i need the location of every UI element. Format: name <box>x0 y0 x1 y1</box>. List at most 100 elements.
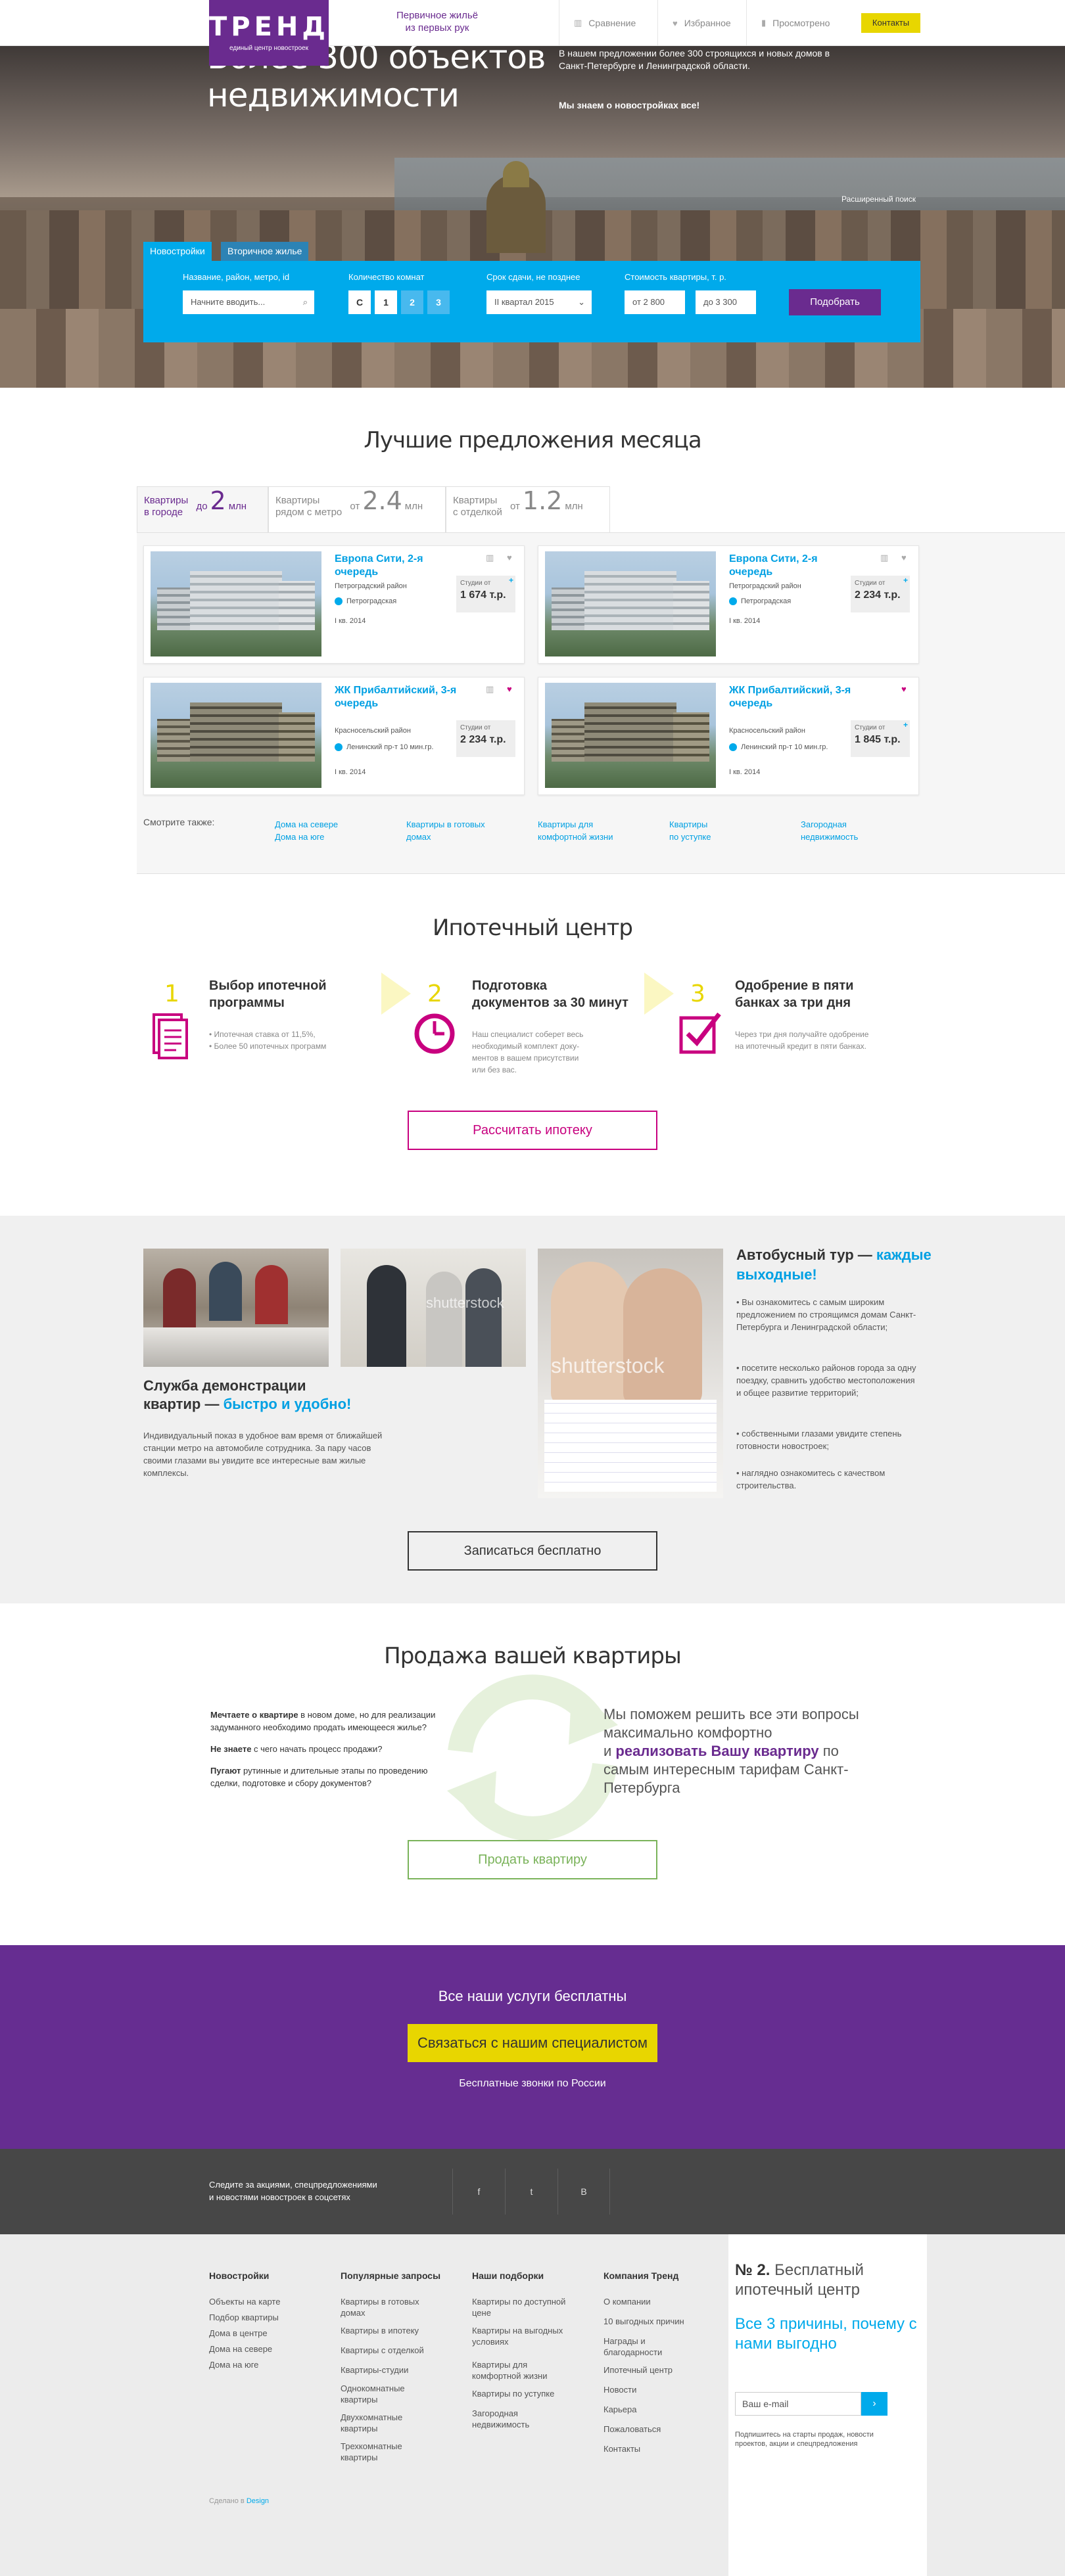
price-value: 1 674 т.р. <box>460 589 506 601</box>
offer-tab-metro-l2: рядом с метро <box>275 507 343 518</box>
contact-specialist-button[interactable]: Связаться с нашим специалистом <box>408 2024 657 2062</box>
step-desc-l3: ментов в вашем присутствии <box>472 1053 579 1063</box>
price-value: 1 845 т.р. <box>855 734 901 745</box>
arrow-divider <box>644 973 674 1015</box>
plus-icon[interactable]: + <box>903 576 908 585</box>
footer-link[interactable]: Однокомнатные квартиры <box>341 2383 419 2405</box>
see-also-link[interactable]: Квартиры по уступке <box>669 818 711 843</box>
offer-card[interactable]: ЖК Прибалтийский, 3-я очередь ▥ ♥ Краснос… <box>143 677 525 795</box>
favorite-icon[interactable]: ♥ <box>901 684 907 694</box>
offer-tab-city[interactable]: Квартиры в городе до 2 млн <box>137 486 268 532</box>
signup-free-button[interactable]: Записаться бесплатно <box>408 1531 657 1571</box>
footer-link[interactable]: Квартиры на выгодных условиях <box>472 2325 577 2347</box>
subscribe-box-reasons-link[interactable]: Все 3 причины, почему с нами выгодно <box>735 2314 919 2354</box>
offer-card-title[interactable]: Европа Сити, 2-я очередь <box>729 553 861 579</box>
see-also-link[interactable]: Загородная недвижимость <box>801 818 858 843</box>
rooms-3-button[interactable]: 3 <box>427 290 450 314</box>
facebook-icon[interactable]: f <box>452 2169 505 2215</box>
footer-link[interactable]: Пожаловаться <box>604 2424 661 2435</box>
nav-viewed[interactable]: ▮ Просмотрено <box>746 0 851 46</box>
footer-link[interactable]: О компании <box>604 2296 651 2307</box>
email-input[interactable]: Ваш e-mail <box>735 2392 861 2416</box>
compare-icon[interactable]: ▥ <box>486 684 494 695</box>
favorite-icon[interactable]: ♥ <box>507 553 512 563</box>
tab-new-buildings[interactable]: Новостройки <box>143 242 212 261</box>
rooms-label: Количество комнат <box>348 272 425 282</box>
date-select[interactable]: II квартал 2015 ⌄ <box>486 290 592 314</box>
footer-link[interactable]: 10 выгодных причин <box>604 2316 684 2327</box>
favorite-icon[interactable]: ♥ <box>901 553 907 563</box>
plus-icon[interactable]: + <box>903 720 908 729</box>
compare-icon[interactable]: ▥ <box>486 553 494 563</box>
footer-link[interactable]: Контакты <box>604 2443 640 2454</box>
rooms-2-button[interactable]: 2 <box>401 290 423 314</box>
calculate-mortgage-button[interactable]: Рассчитать ипотеку <box>408 1111 657 1150</box>
see-link-l2: комфортной жизни <box>538 832 613 842</box>
footer-link[interactable]: Ипотечный центр <box>604 2364 673 2376</box>
nav-favorites[interactable]: ♥ Избранное <box>657 0 746 46</box>
see-also-link[interactable]: Дома на севере Дома на юге <box>275 818 338 843</box>
footer-link[interactable]: Награды и благодарности <box>604 2335 676 2358</box>
footer-link[interactable]: Дома на севере <box>209 2343 272 2355</box>
compare-icon[interactable]: ▥ <box>880 553 888 563</box>
offer-tab-finish[interactable]: Квартиры с отделкой от 1.2 млн <box>446 486 610 532</box>
made-in-link[interactable]: Design <box>247 2497 269 2505</box>
offer-card[interactable]: Европа Сити, 2-я очередь ▥ ♥ Петроградски… <box>538 545 919 664</box>
footer-link[interactable]: Квартиры по уступке <box>472 2388 577 2399</box>
bus-tour-item: • наглядно ознакомитесь с качеством стро… <box>736 1468 886 1490</box>
logo[interactable]: ТРЕНД единый центр новостроек <box>209 0 329 66</box>
footer-link[interactable]: Новости <box>604 2384 636 2395</box>
favorite-icon[interactable]: ♥ <box>507 684 512 694</box>
advanced-search-link[interactable]: Расширенный поиск <box>841 195 916 204</box>
see-also-link[interactable]: Квартиры для комфортной жизни <box>538 818 613 843</box>
footer-link[interactable]: Квартиры-студии <box>341 2364 439 2376</box>
footer-link[interactable]: Квартиры в ипотеку <box>341 2325 439 2336</box>
search-submit-button[interactable]: Подобрать <box>789 289 881 315</box>
see-link-north[interactable]: Дома на севере <box>275 818 338 831</box>
vk-icon[interactable]: B <box>557 2169 610 2215</box>
metro-icon <box>729 743 737 752</box>
see-link-south[interactable]: Дома на юге <box>275 831 338 843</box>
rooms-1-button[interactable]: 1 <box>375 290 397 314</box>
footer-link[interactable]: Квартиры с отделкой <box>341 2345 439 2356</box>
price-from-input[interactable]: от 2 800 <box>625 290 685 314</box>
plus-icon[interactable]: + <box>509 576 513 585</box>
demo-title-l2: квартир — <box>143 1396 224 1412</box>
offer-card[interactable]: Европа Сити, 2-я очередь ▥ ♥ Петроградски… <box>143 545 525 664</box>
checkbox-icon <box>677 1009 723 1056</box>
search-input[interactable]: Начните вводить... ⌕ <box>183 290 314 314</box>
offer-card[interactable]: ЖК Прибалтийский, 3-я очередь ♥ Красносе… <box>538 677 919 795</box>
twitter-icon[interactable]: t <box>505 2169 557 2215</box>
offer-card-title[interactable]: ЖК Прибалтийский, 3-я очередь <box>729 684 861 710</box>
nav-compare[interactable]: ▥ Сравнение <box>559 0 657 46</box>
heart-icon: ♥ <box>673 18 678 28</box>
see-also-link[interactable]: Квартиры в готовых домах <box>406 818 485 843</box>
rooms-studio-button[interactable]: С <box>348 290 371 314</box>
offer-tab-metro[interactable]: Квартиры рядом с метро от 2.4 млн <box>268 486 446 532</box>
tab-secondary-housing[interactable]: Вторичное жилье <box>221 242 309 261</box>
sell-apartment-button[interactable]: Продать квартиру <box>408 1840 657 1879</box>
see-link-l2: по уступке <box>669 832 711 842</box>
footer-link[interactable]: Дома на юге <box>209 2359 258 2370</box>
price-to-input[interactable]: до 3 300 <box>696 290 756 314</box>
footer-link[interactable]: Карьера <box>604 2404 637 2415</box>
footer-link[interactable]: Подбор квартиры <box>209 2312 279 2323</box>
footer-link[interactable]: Трехкомнатные квартиры <box>341 2441 419 2463</box>
sell-paragraph-3: Пугают рутинные и длительные этапы по пр… <box>210 1764 454 1789</box>
subscribe-arrow-button[interactable]: › <box>861 2392 888 2416</box>
offer-card-title[interactable]: Европа Сити, 2-я очередь <box>335 553 466 579</box>
offer-card-title[interactable]: ЖК Прибалтийский, 3-я очередь <box>335 684 466 710</box>
footer-link[interactable]: Дома в центре <box>209 2328 268 2339</box>
building-photo <box>151 683 321 788</box>
footer-link[interactable]: Квартиры для комфортной жизни <box>472 2359 577 2381</box>
footer-link[interactable]: Квартиры в готовых домах <box>341 2296 439 2318</box>
sell-right-accent: реализовать Вашу квартиру <box>615 1743 819 1759</box>
offer-card-district: Красносельский район <box>729 727 805 735</box>
demo-title-l1: Служба демонстрации <box>143 1377 306 1394</box>
footer-link[interactable]: Квартиры по доступной цене <box>472 2296 577 2318</box>
footer-link[interactable]: Двухкомнатные квартиры <box>341 2412 419 2434</box>
footer-link[interactable]: Объекты на карте <box>209 2296 280 2307</box>
contacts-button[interactable]: Контакты <box>861 13 920 33</box>
footer-link[interactable]: Загородная недвижимость <box>472 2408 551 2430</box>
metro-icon <box>335 743 343 752</box>
